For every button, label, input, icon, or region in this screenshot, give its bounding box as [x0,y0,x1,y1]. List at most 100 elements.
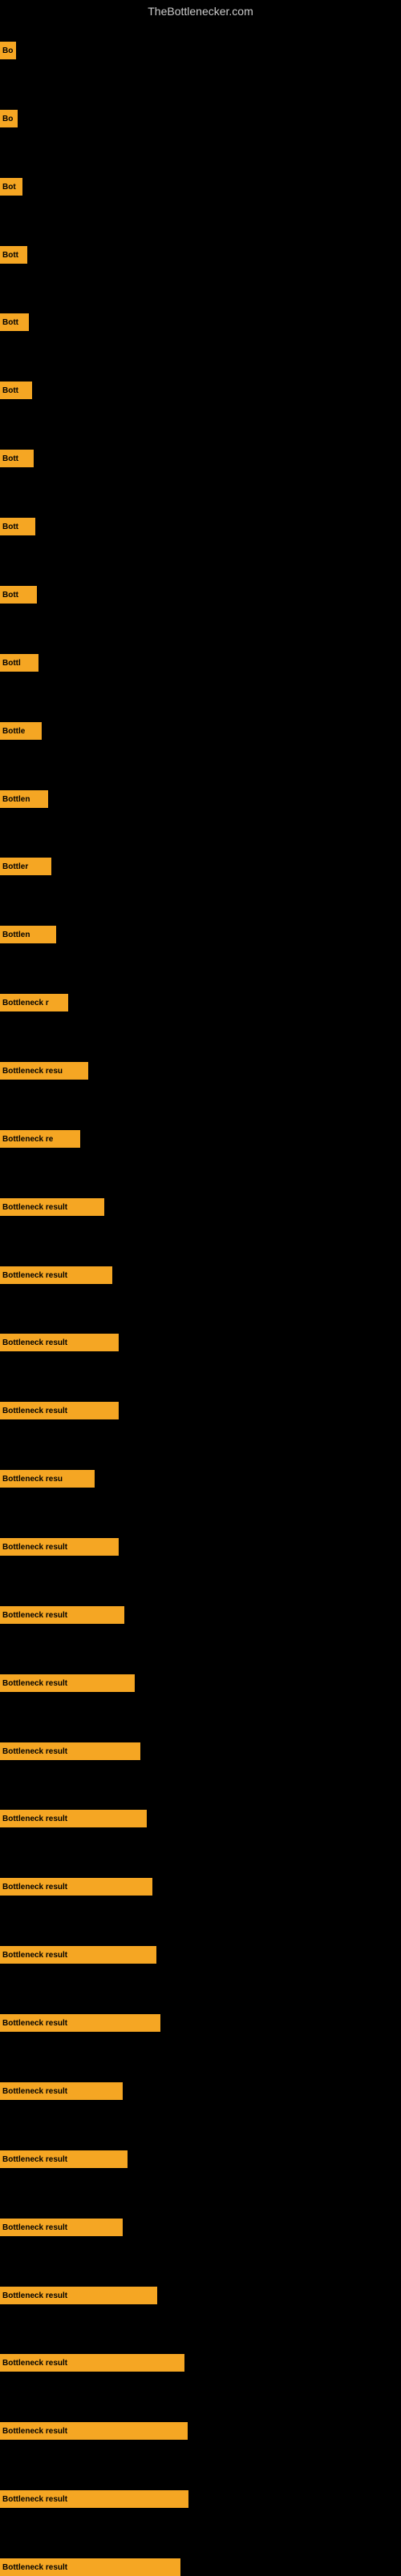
bottleneck-bar: Bottleneck result [0,1742,140,1760]
bottleneck-bar: Bottlen [0,790,48,808]
bar-row: Bottleneck resu [0,1470,95,1488]
bar-label-text: Bottlen [2,931,30,939]
bar-label-text: Bottleneck result [2,1407,67,1415]
bar-row: Bottleneck result [0,2014,160,2032]
bar-label-text: Bottleneck result [2,1883,67,1892]
bottleneck-bar: Bottleneck result [0,1266,112,1284]
bar-row: Bo [0,110,18,127]
bar-row: Bottleneck resu [0,1062,88,1080]
bar-label-text: Bott [2,591,18,600]
bottleneck-bar: Bottler [0,858,51,875]
bottleneck-bar: Bottleneck result [0,2354,184,2372]
bottleneck-bar: Bottleneck result [0,1810,147,1827]
bottleneck-bar: Bottleneck result [0,2490,188,2508]
bar-row: Bott [0,586,37,604]
bottleneck-bar: Bottleneck result [0,2150,128,2168]
bar-label-text: Bottleneck r [2,999,49,1007]
bar-label-text: Bottleneck result [2,2563,67,2572]
bar-row: Bottleneck result [0,1266,112,1284]
bottleneck-bar: Bottle [0,722,42,740]
bottleneck-bar: Bottl [0,654,38,672]
bottleneck-bar: Bottlen [0,926,56,943]
bar-label-text: Bottleneck result [2,2155,67,2164]
bar-label-text: Bott [2,523,18,531]
bar-label-text: Bottleneck result [2,1271,67,1280]
bottleneck-bar: Bottleneck result [0,1946,156,1964]
bottleneck-bar: Bottleneck result [0,2558,180,2576]
bottleneck-bar: Bo [0,110,18,127]
bottleneck-bar: Bottleneck result [0,1334,119,1351]
bar-row: Bottleneck result [0,2558,180,2576]
bar-label-text: Bott [2,454,18,463]
bottleneck-bar: Bott [0,382,32,399]
bottleneck-bar: Bottleneck result [0,1198,104,1216]
bottleneck-bar: Bott [0,313,29,331]
bottleneck-bar: Bottleneck result [0,2219,123,2236]
bar-row: Bot [0,178,22,196]
bar-label-text: Bottleneck result [2,1543,67,1552]
bottleneck-bar: Bot [0,178,22,196]
bar-label-text: Bottleneck result [2,2427,67,2436]
bottleneck-bar: Bott [0,586,37,604]
bar-label-text: Bottleneck result [2,2087,67,2096]
bar-label-text: Bo [2,46,13,55]
bar-label-text: Bott [2,318,18,327]
bottleneck-bar: Bottleneck resu [0,1470,95,1488]
bar-label-text: Bottleneck result [2,1203,67,1212]
bar-label-text: Bottlen [2,795,30,804]
bar-label-text: Bottleneck result [2,1951,67,1960]
bottleneck-bar: Bottleneck result [0,1538,119,1556]
bar-row: Bottleneck result [0,2150,128,2168]
bar-label-text: Bottleneck result [2,2291,67,2300]
bar-row: Bottle [0,722,42,740]
bar-row: Bottleneck result [0,1674,135,1692]
bar-row: Bott [0,450,34,467]
bar-row: Bottleneck result [0,1198,104,1216]
bottleneck-bar: Bottleneck result [0,1674,135,1692]
bottleneck-bar: Bottleneck result [0,1878,152,1896]
bar-label-text: Bott [2,386,18,395]
bar-label-text: Bott [2,251,18,260]
bar-row: Bottleneck result [0,1606,124,1624]
bottleneck-bar: Bottleneck re [0,1130,80,1148]
bar-row: Bottleneck result [0,2354,184,2372]
bottleneck-bar: Bott [0,246,27,264]
bar-row: Bottleneck result [0,2490,188,2508]
bar-row: Bottleneck re [0,1130,80,1148]
bottleneck-bar: Bottleneck result [0,2014,160,2032]
bottleneck-bar: Bottleneck result [0,1402,119,1419]
bar-label-text: Bottleneck result [2,1338,67,1347]
bar-row: Bottleneck result [0,1946,156,1964]
bar-label-text: Bottleneck resu [2,1067,63,1076]
bar-row: Bo [0,42,16,59]
bar-row: Bottleneck result [0,1878,152,1896]
bar-row: Bottleneck result [0,1538,119,1556]
bar-row: Bottl [0,654,38,672]
bar-label-text: Bottleneck result [2,1747,67,1756]
bar-row: Bottler [0,858,51,875]
bottleneck-bar: Bottleneck r [0,994,68,1011]
bar-label-text: Bottle [2,727,25,736]
bottleneck-bar: Bottleneck result [0,2422,188,2440]
bottleneck-bar: Bottleneck result [0,2287,157,2304]
bar-row: Bott [0,246,27,264]
bottleneck-bar: Bo [0,42,16,59]
bar-row: Bottleneck result [0,1334,119,1351]
bar-label-text: Bottleneck result [2,1815,67,1823]
bar-row: Bottlen [0,790,48,808]
bar-row: Bottleneck result [0,1742,140,1760]
bar-row: Bottleneck r [0,994,68,1011]
bar-label-text: Bottleneck result [2,2019,67,2028]
bar-label-text: Bottler [2,862,28,871]
bar-row: Bottleneck result [0,2219,123,2236]
bar-label-text: Bottl [2,659,21,668]
bar-label-text: Bottleneck resu [2,1475,63,1484]
bar-label-text: Bottleneck result [2,2223,67,2232]
bottleneck-bar: Bott [0,518,35,535]
bar-row: Bottleneck result [0,2082,123,2100]
bar-row: Bottleneck result [0,2422,188,2440]
bar-label-text: Bottleneck result [2,1679,67,1688]
bar-label-text: Bottleneck result [2,2495,67,2504]
bottleneck-bar: Bottleneck resu [0,1062,88,1080]
bar-label-text: Bot [2,183,16,192]
